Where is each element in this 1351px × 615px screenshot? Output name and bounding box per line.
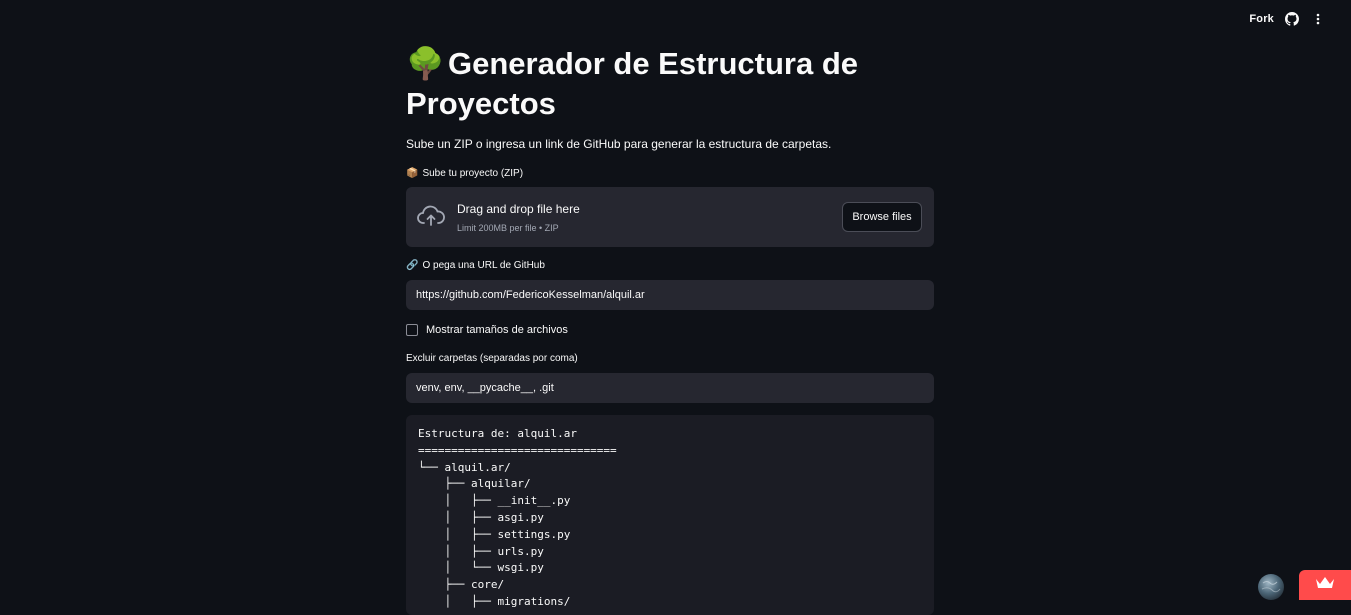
zip-upload-label-text: Sube tu proyecto (ZIP) bbox=[422, 168, 524, 179]
cloud-upload-icon bbox=[417, 205, 445, 232]
github-url-input[interactable]: https://github.com/FedericoKesselman/alq… bbox=[406, 280, 934, 310]
dropzone-instructions: Drag and drop file here bbox=[457, 202, 580, 216]
exclude-folders-input[interactable]: venv, env, __pycache__, .git bbox=[406, 373, 934, 403]
page-title: 🌳 Generador de Estructura de Proyectos bbox=[406, 44, 934, 124]
link-icon: 🔗 bbox=[406, 260, 419, 271]
dropzone-limit: Limit 200MB per file • ZIP bbox=[457, 223, 559, 233]
top-toolbar: Fork bbox=[0, 0, 1351, 38]
github-icon[interactable] bbox=[1284, 11, 1300, 27]
show-sizes-checkbox[interactable] bbox=[406, 324, 418, 336]
more-vertical-icon[interactable] bbox=[1310, 11, 1326, 27]
package-icon: 📦 bbox=[406, 168, 419, 179]
exclude-folders-label-text: Excluir carpetas (separadas por coma) bbox=[406, 353, 578, 364]
streamlit-badge[interactable] bbox=[1299, 570, 1351, 600]
file-dropzone[interactable]: Drag and drop file here Limit 200MB per … bbox=[406, 187, 934, 247]
zip-upload-label: 📦 Sube tu proyecto (ZIP) bbox=[406, 168, 523, 179]
page-subtitle: Sube un ZIP o ingresa un link de GitHub … bbox=[406, 137, 832, 151]
crown-icon bbox=[1315, 576, 1335, 595]
show-sizes-label: Mostrar tamaños de archivos bbox=[426, 324, 568, 336]
tree-icon: 🌳 bbox=[406, 46, 445, 81]
exclude-folders-label: Excluir carpetas (separadas por coma) bbox=[406, 353, 578, 364]
page-title-text: Generador de Estructura de Proyectos bbox=[406, 46, 859, 121]
structure-text: Estructura de: alquil.ar ===============… bbox=[418, 427, 617, 608]
fork-link[interactable]: Fork bbox=[1249, 13, 1274, 25]
toolbar-actions: Fork bbox=[1249, 11, 1326, 27]
github-url-label: 🔗 O pega una URL de GitHub bbox=[406, 260, 545, 271]
show-sizes-checkbox-row[interactable]: Mostrar tamaños de archivos bbox=[406, 324, 568, 336]
user-avatar[interactable] bbox=[1258, 574, 1284, 600]
structure-output: Estructura de: alquil.ar ===============… bbox=[406, 415, 934, 615]
github-url-label-text: O pega una URL de GitHub bbox=[422, 260, 545, 271]
browse-files-button[interactable]: Browse files bbox=[842, 202, 922, 232]
